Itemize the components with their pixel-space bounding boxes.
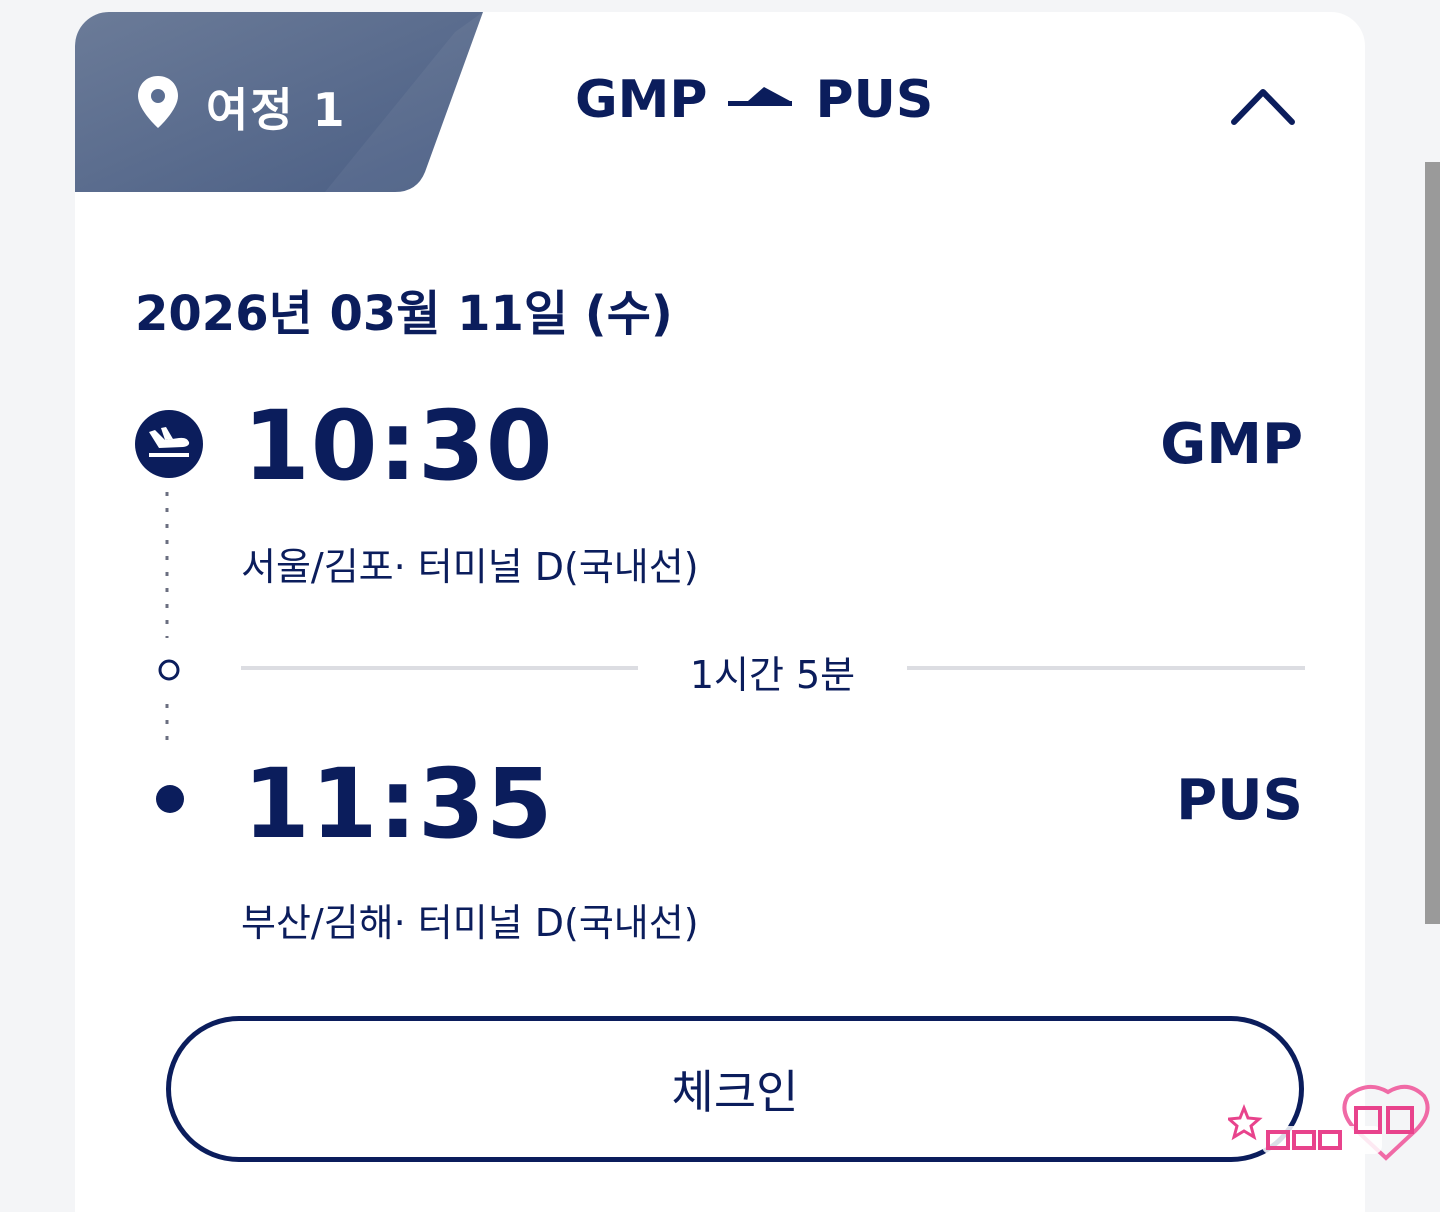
arrival-time: 11:35 <box>243 748 554 860</box>
route-origin: GMP <box>575 70 708 130</box>
flight-date: 2026년 03월 11일 (수) <box>135 286 673 342</box>
duration-divider-left <box>241 666 638 670</box>
departure-time: 10:30 <box>243 390 554 502</box>
chevron-up-icon[interactable] <box>1230 84 1296 126</box>
duration-divider-right <box>907 666 1305 670</box>
journey-tab-label: 여정 1 <box>206 83 347 137</box>
itinerary-card: 여정 1 GMP PUS 2026년 03월 11일 (수) 10:30 GMP… <box>75 12 1365 1212</box>
checkin-button[interactable]: 체크인 <box>166 1016 1304 1162</box>
location-pin-icon <box>138 76 178 128</box>
plane-takeoff-icon <box>135 410 203 478</box>
plane-arrow-icon <box>727 87 792 106</box>
departure-airport-code: GMP <box>1160 412 1303 477</box>
arrival-dot-icon <box>156 785 184 813</box>
departure-place: 서울/김포· 터미널 D(국내선) <box>241 545 699 589</box>
watermark-logo <box>1228 1084 1430 1161</box>
stopover-circle-icon <box>158 659 180 681</box>
route-destination: PUS <box>815 70 934 130</box>
arrival-place: 부산/김해· 터미널 D(국내선) <box>241 901 699 945</box>
flight-duration: 1시간 5분 <box>689 653 856 697</box>
journey-tab: 여정 1 <box>75 12 485 192</box>
route-summary: GMP PUS <box>575 70 933 130</box>
timeline-connector <box>165 492 169 748</box>
scrollbar[interactable] <box>1425 162 1440 924</box>
arrival-airport-code: PUS <box>1176 768 1303 833</box>
